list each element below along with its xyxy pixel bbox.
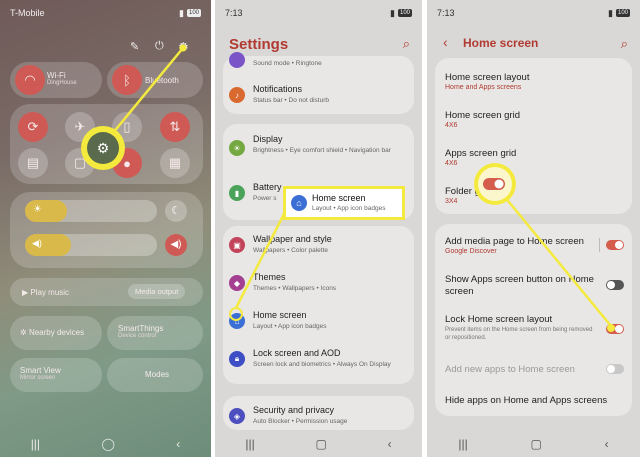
highlight-dot-2 xyxy=(229,307,243,321)
settings-gear-large-icon: ⚙ xyxy=(97,140,110,156)
highlight-overlay-2 xyxy=(229,211,287,321)
callout-line-2 xyxy=(234,211,287,309)
settings-panel: 7:13 ▮ 100 Settings ⌕ Sound mode • Ringto… xyxy=(215,0,422,457)
toggle-knob-icon xyxy=(494,179,504,189)
highlight-dot-3 xyxy=(607,324,615,332)
highlight-overlay-3 xyxy=(474,163,615,332)
quick-settings-panel: T-Mobile ▮ 100 ✎ ⏻ ⚙ ◠ Wi-Fi DingHouse ᛒ… xyxy=(0,0,211,457)
home-screen-settings-panel: 7:13 ▮ 100 ‹ Home screen ⌕ Home screen la… xyxy=(427,0,640,457)
callout-line-3 xyxy=(494,184,612,327)
callout-dot xyxy=(179,44,187,52)
highlight-overlay: ⚙ xyxy=(81,44,187,170)
